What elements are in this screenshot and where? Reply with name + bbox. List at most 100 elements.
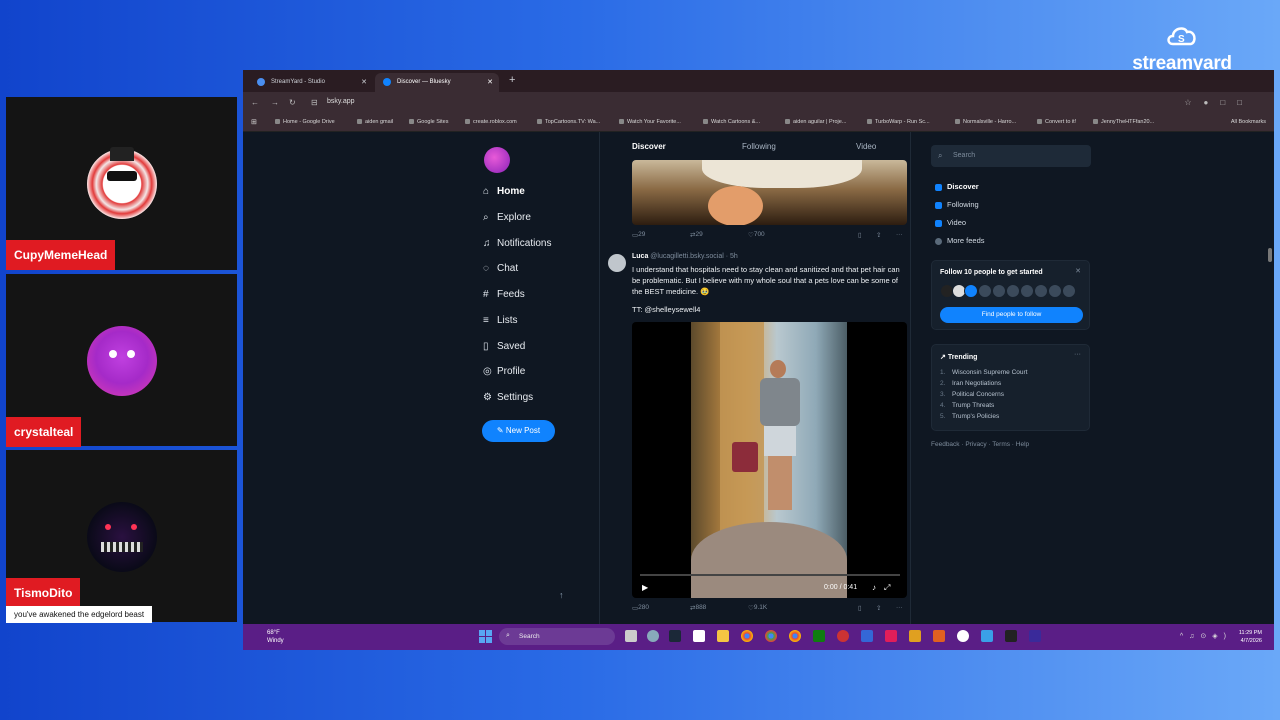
taskbar-search[interactable]: ⌕ Search bbox=[499, 628, 615, 645]
folder-icon[interactable] bbox=[717, 630, 729, 642]
tab-discover[interactable]: Discover bbox=[632, 142, 666, 151]
bluesky-avatar[interactable] bbox=[484, 147, 510, 173]
site-info-icon[interactable]: ⊟ bbox=[311, 98, 318, 107]
nav-feeds[interactable]: # Feeds bbox=[483, 288, 525, 302]
taskbar-clock[interactable]: 11:29 PM 4/7/2026 bbox=[1239, 629, 1262, 645]
browser-tab-bluesky[interactable]: Discover — Bluesky ✕ bbox=[375, 73, 499, 92]
app-icon[interactable] bbox=[1029, 630, 1041, 642]
app-icon[interactable] bbox=[981, 630, 993, 642]
feed-link-label: Video bbox=[947, 218, 967, 227]
reload-icon[interactable]: ↻ bbox=[289, 98, 296, 107]
more-icon[interactable]: ··· bbox=[896, 231, 903, 238]
nav-saved[interactable]: ▯ Saved bbox=[483, 340, 525, 354]
bookmark-item[interactable]: TopCartoons.TV: Wa... bbox=[537, 119, 600, 125]
app-icon[interactable] bbox=[861, 630, 873, 642]
like-button[interactable]: ♡ 700 bbox=[748, 231, 765, 239]
new-tab-icon[interactable]: + bbox=[509, 74, 515, 86]
page-scrollbar[interactable] bbox=[1268, 248, 1272, 262]
bookmark-item[interactable]: TurboWarp - Run Sc... bbox=[867, 119, 930, 125]
scroll-to-top-icon[interactable]: ↑ bbox=[559, 590, 564, 600]
close-tab-icon[interactable]: ✕ bbox=[361, 78, 367, 86]
post-author-name[interactable]: Luca bbox=[632, 253, 648, 260]
back-icon[interactable]: ← bbox=[251, 98, 259, 107]
windows-start-icon[interactable] bbox=[479, 630, 492, 643]
copilot-icon[interactable] bbox=[647, 630, 659, 642]
browser-tab-streamyard[interactable]: StreamYard - Studio ✕ bbox=[249, 73, 373, 92]
bookmark-item[interactable]: Google Sites bbox=[409, 119, 449, 125]
xbox-icon[interactable] bbox=[813, 630, 825, 642]
bookmark-item[interactable]: Convert to it! bbox=[1037, 119, 1076, 125]
bookmark-icon[interactable]: ▯ bbox=[858, 604, 862, 612]
nav-notifications[interactable]: ♫ Notifications bbox=[483, 237, 551, 251]
share-icon[interactable]: ⇪ bbox=[876, 604, 881, 612]
system-tray[interactable]: ^♫⊙◈) bbox=[1180, 632, 1232, 640]
nav-explore[interactable]: ⌕ Explore bbox=[483, 211, 531, 225]
file-icon[interactable] bbox=[693, 630, 705, 642]
reply-button[interactable]: ▭ 29 bbox=[632, 231, 645, 239]
bookmark-item[interactable]: Home - Google Drive bbox=[275, 119, 335, 125]
steam-icon[interactable] bbox=[669, 630, 681, 642]
nav-profile[interactable]: ◎ Profile bbox=[483, 365, 525, 379]
app-icon[interactable] bbox=[1005, 630, 1017, 642]
share-icon[interactable]: ⇪ bbox=[876, 231, 881, 239]
trending-item[interactable]: 5. Trump's Policies bbox=[940, 413, 999, 420]
more-icon[interactable]: ··· bbox=[896, 604, 903, 611]
like-button[interactable]: ♡ 9.1K bbox=[748, 604, 767, 612]
bookmark-item[interactable]: aiden gmail bbox=[357, 119, 393, 125]
bookmark-icon[interactable]: ▯ bbox=[858, 231, 862, 239]
streamyard-logo-icon: S bbox=[1167, 27, 1196, 46]
bookmark-item[interactable]: JennyTheHTFfan20... bbox=[1093, 119, 1154, 125]
search-input[interactable]: ⌕ Search bbox=[931, 145, 1091, 167]
app-icon[interactable] bbox=[933, 630, 945, 642]
trending-item[interactable]: 3. Political Concerns bbox=[940, 391, 1004, 398]
forward-icon[interactable]: → bbox=[271, 98, 279, 107]
nav-settings[interactable]: ⚙ Settings bbox=[483, 391, 533, 405]
sidebar-feed-following[interactable]: Following bbox=[935, 200, 979, 210]
sidebar-feed-video[interactable]: Video bbox=[935, 218, 966, 228]
trending-item[interactable]: 2. Iran Negotiations bbox=[940, 380, 1001, 387]
new-post-button[interactable]: ✎ New Post bbox=[482, 420, 555, 442]
slack-icon[interactable] bbox=[885, 630, 897, 642]
url-field[interactable]: bsky.app bbox=[327, 98, 355, 105]
close-icon[interactable]: ✕ bbox=[1075, 267, 1081, 275]
sidebar-more-feeds[interactable]: More feeds bbox=[935, 236, 985, 246]
all-bookmarks-link[interactable]: All Bookmarks bbox=[1231, 119, 1266, 125]
repost-button[interactable]: ⇄ 29 bbox=[690, 231, 703, 239]
app-icon[interactable] bbox=[837, 630, 849, 642]
find-people-button[interactable]: Find people to follow bbox=[940, 307, 1083, 323]
nav-chat[interactable]: ◌ Chat bbox=[483, 262, 518, 276]
more-icon[interactable]: ··· bbox=[1074, 351, 1081, 358]
bookmark-item[interactable]: Watch Cartoons &... bbox=[703, 119, 760, 125]
tab-video[interactable]: Video bbox=[856, 142, 876, 151]
mute-fullscreen-icons[interactable]: ♪⤢ bbox=[872, 583, 898, 593]
bookmark-item[interactable]: Watch Your Favorite... bbox=[619, 119, 681, 125]
bookmark-item[interactable]: Normalsville - Harro... bbox=[955, 119, 1016, 125]
repost-button[interactable]: ⇄ 888 bbox=[690, 604, 706, 612]
trending-item[interactable]: 1. Wisconsin Supreme Court bbox=[940, 369, 1028, 376]
bookmark-item[interactable]: create.roblox.com bbox=[465, 119, 517, 125]
play-icon[interactable]: ▶ bbox=[642, 583, 648, 592]
post-author-avatar[interactable] bbox=[608, 254, 626, 272]
browser-toolbar-icons[interactable]: ☆●□□ bbox=[1184, 98, 1254, 107]
apps-icon[interactable]: ⊞ bbox=[251, 118, 257, 126]
reply-button[interactable]: ▭ 280 bbox=[632, 604, 649, 612]
post-author-handle[interactable]: @lucagilletti.bsky.social · 5h bbox=[650, 253, 738, 260]
post-video[interactable]: ▶ 0:00 / 0:41 ♪⤢ bbox=[632, 322, 907, 598]
sidebar-feed-discover[interactable]: Discover bbox=[935, 182, 979, 192]
footer-links[interactable]: Feedback · Privacy · Terms · Help bbox=[931, 441, 1029, 448]
tab-following[interactable]: Following bbox=[742, 142, 776, 151]
trending-item[interactable]: 4. Trump Threats bbox=[940, 402, 994, 409]
chrome-icon[interactable] bbox=[741, 630, 753, 642]
video-progress-bar[interactable] bbox=[640, 574, 900, 576]
post-image[interactable] bbox=[632, 160, 907, 225]
nav-lists[interactable]: ≡ Lists bbox=[483, 314, 518, 328]
task-view-icon[interactable] bbox=[625, 630, 637, 642]
weather-widget[interactable]: 68°F Windy bbox=[253, 629, 284, 645]
close-tab-icon[interactable]: ✕ bbox=[487, 78, 493, 86]
app-icon[interactable] bbox=[957, 630, 969, 642]
nav-home[interactable]: ⌂ Home bbox=[483, 185, 525, 199]
bookmark-item[interactable]: aiden aguilar | Proje... bbox=[785, 119, 846, 125]
chrome-icon[interactable] bbox=[789, 630, 801, 642]
app-icon[interactable] bbox=[909, 630, 921, 642]
chrome-icon[interactable] bbox=[765, 630, 777, 642]
